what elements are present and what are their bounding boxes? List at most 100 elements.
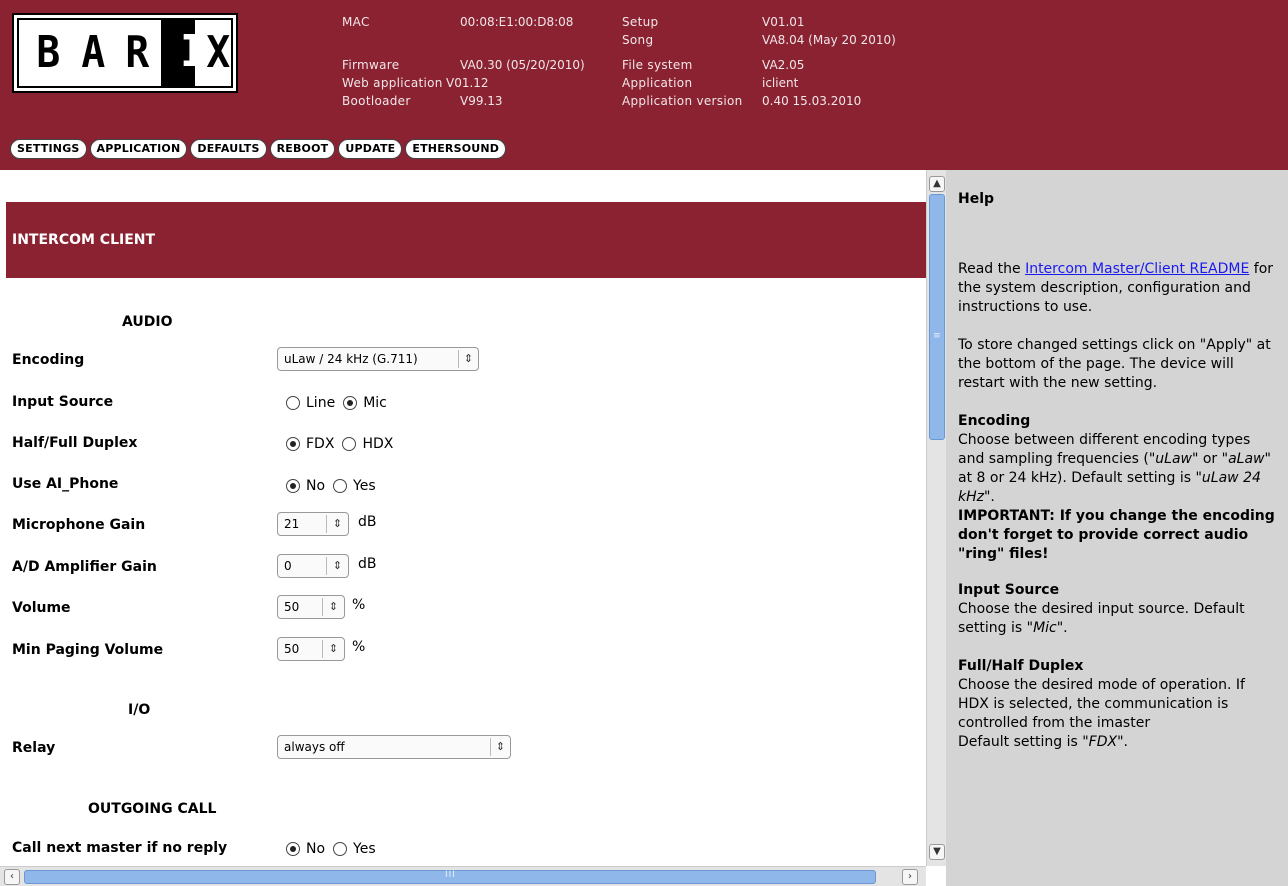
grip-icon: III <box>445 870 456 880</box>
volume-unit: % <box>352 597 366 613</box>
input-line-radio[interactable] <box>286 396 300 410</box>
scroll-left-icon[interactable]: ‹ <box>4 869 20 885</box>
help-intro: Read the Intercom Master/Client README f… <box>958 261 1274 315</box>
input-mic-label: Mic <box>363 395 387 411</box>
call-next-yes-radio[interactable] <box>333 842 348 856</box>
help-input-title: Input Source <box>958 582 1060 598</box>
outgoing-group-title: OUTGOING CALL <box>88 801 217 817</box>
logo-letter-i: I <box>179 26 204 77</box>
call-next-label: Call next master if no reply <box>12 840 228 856</box>
input-source-label: Input Source <box>12 394 114 410</box>
ad-gain-label: A/D Amplifier Gain <box>12 559 157 575</box>
input-mic-radio[interactable] <box>343 396 358 410</box>
barix-logo: B A R I X <box>12 13 238 93</box>
setup-label: Setup <box>622 15 659 29</box>
aiphone-yes-radio[interactable] <box>333 479 348 493</box>
logo-letter-a: A <box>80 27 105 78</box>
aiphone-no-label: No <box>306 478 326 494</box>
help-duplex: Full/Half Duplex Choose the desired mode… <box>958 658 1245 750</box>
duplex-hdx-radio[interactable] <box>342 437 357 451</box>
firmware-label: Firmware <box>342 58 400 72</box>
logo-letter-b: B <box>36 27 61 78</box>
encoding-select-value: uLaw / 24 kHz (G.711) <box>284 352 418 366</box>
min-paging-value: 50 <box>284 642 300 656</box>
nav-ethersound[interactable]: ETHERSOUND <box>405 139 507 159</box>
relay-select-value: always off <box>284 740 345 754</box>
application-value: iclient <box>762 76 799 90</box>
vertical-scrollbar[interactable]: ▲ ≡ ▼ <box>926 170 946 866</box>
spinner-arrows-icon: ⇕ <box>326 515 348 533</box>
duplex-hdx-label: HDX <box>362 436 394 452</box>
logo-block: I <box>160 20 204 86</box>
help-encoding-title: Encoding <box>958 413 1031 429</box>
logo-letter-x: X <box>205 27 230 78</box>
scroll-right-icon[interactable]: › <box>902 869 918 885</box>
horizontal-scrollbar[interactable]: ‹ III › <box>0 866 926 886</box>
help-store: To store changed settings click on "Appl… <box>958 337 1271 391</box>
song-value: VA8.04 (May 20 2010) <box>762 33 896 47</box>
setup-value: V01.01 <box>762 15 805 29</box>
grip-icon: ≡ <box>933 331 941 341</box>
horizontal-scroll-thumb[interactable]: III <box>24 870 876 884</box>
ad-gain-unit: dB <box>358 556 377 572</box>
bootloader-label: Bootloader <box>342 94 411 108</box>
relay-select[interactable]: always off ⇕ <box>277 735 511 759</box>
call-next-no-label: No <box>306 841 326 857</box>
min-paging-spinner[interactable]: 50 ⇕ <box>277 637 345 661</box>
call-next-yes-label: Yes <box>353 841 376 857</box>
help-input-source: Input Source Choose the desired input so… <box>958 582 1245 636</box>
scroll-down-icon[interactable]: ▼ <box>929 844 945 860</box>
help-encoding: Encoding Choose between different encodi… <box>958 413 1275 562</box>
mic-gain-value: 21 <box>284 517 300 531</box>
bootloader-value: V99.13 <box>460 94 503 108</box>
help-duplex-title: Full/Half Duplex <box>958 658 1084 674</box>
aiphone-label: Use AI_Phone <box>12 476 119 492</box>
nav-application[interactable]: APPLICATION <box>89 139 188 159</box>
select-arrows-icon: ⇕ <box>490 738 510 756</box>
ad-gain-value: 0 <box>284 559 292 573</box>
aiphone-group: No Yes <box>286 478 384 494</box>
audio-group-title: AUDIO <box>122 314 173 330</box>
vertical-scroll-thumb[interactable]: ≡ <box>929 194 945 440</box>
encoding-label: Encoding <box>12 352 85 368</box>
application-label: Application <box>622 76 693 90</box>
mac-label: MAC <box>342 15 370 29</box>
logo-letter-r: R <box>125 27 150 78</box>
nav-defaults[interactable]: DEFAULTS <box>190 139 267 159</box>
encoding-select[interactable]: uLaw / 24 kHz (G.711) ⇕ <box>277 347 479 371</box>
appversion-label: Application version <box>622 94 743 108</box>
aiphone-yes-label: Yes <box>353 478 376 494</box>
spinner-arrows-icon: ⇕ <box>322 598 344 616</box>
webapp-value: V01.12 <box>446 76 489 90</box>
input-line-label: Line <box>306 395 336 411</box>
mic-gain-spinner[interactable]: 21 ⇕ <box>277 512 349 536</box>
readme-link[interactable]: Intercom Master/Client README <box>1025 261 1249 277</box>
volume-spinner[interactable]: 50 ⇕ <box>277 595 345 619</box>
filesystem-label: File system <box>622 58 693 72</box>
filesystem-value: VA2.05 <box>762 58 805 72</box>
relay-label: Relay <box>12 740 56 756</box>
duplex-fdx-radio[interactable] <box>286 437 300 451</box>
webapp-label: Web application <box>342 76 443 90</box>
input-source-group: Line Mic <box>286 395 395 411</box>
ad-gain-spinner[interactable]: 0 ⇕ <box>277 554 349 578</box>
nav-update[interactable]: UPDATE <box>338 139 403 159</box>
main-nav: SETTINGS APPLICATION DEFAULTS REBOOT UPD… <box>10 139 507 159</box>
aiphone-no-radio[interactable] <box>286 479 300 493</box>
scroll-up-icon[interactable]: ▲ <box>929 176 945 192</box>
nav-reboot[interactable]: REBOOT <box>269 139 336 159</box>
settings-frame: INTERCOM CLIENT AUDIO Encoding uLaw / 24… <box>0 170 926 866</box>
help-title: Help <box>958 191 995 207</box>
header-bar: B A R I X MAC 00:08:E1:00:D8:08 Firmware… <box>0 0 1288 170</box>
section-title: INTERCOM CLIENT <box>6 202 926 278</box>
nav-settings[interactable]: SETTINGS <box>10 139 87 159</box>
spinner-arrows-icon: ⇕ <box>322 640 344 658</box>
min-paging-unit: % <box>352 639 366 655</box>
firmware-value: VA0.30 (05/20/2010) <box>460 58 585 72</box>
io-group-title: I/O <box>128 702 151 718</box>
help-pane: Help Read the Intercom Master/Client REA… <box>946 170 1288 886</box>
duplex-label: Half/Full Duplex <box>12 435 138 451</box>
help-encoding-important: IMPORTANT: If you change the encoding do… <box>958 508 1275 562</box>
volume-value: 50 <box>284 600 300 614</box>
call-next-no-radio[interactable] <box>286 842 300 856</box>
